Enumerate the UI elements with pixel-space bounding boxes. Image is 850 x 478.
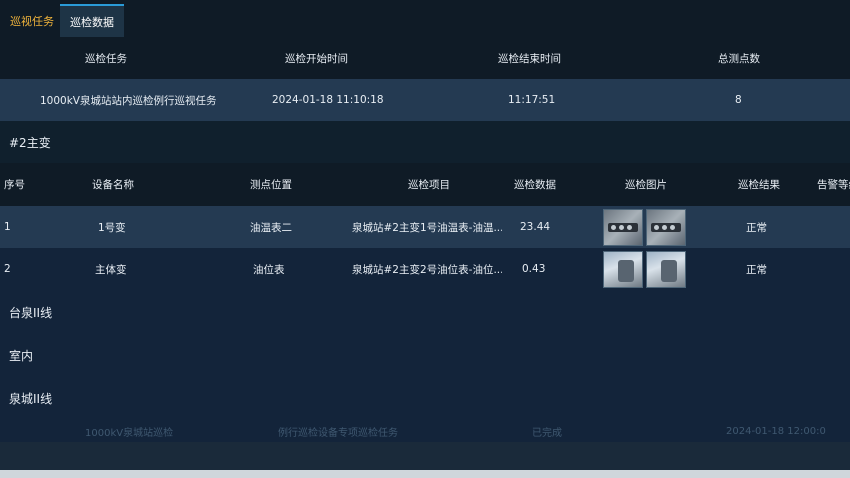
device-group-label: #2主变 xyxy=(9,135,51,150)
faded-cell: 2024-01-18 12:00:00 xyxy=(726,425,826,437)
device-group-label: 室内 xyxy=(9,349,34,363)
row-index: 2 xyxy=(4,263,11,275)
table-row[interactable]: 1 1号变 油温表二 泉城站#2主变1号油温表-油温... 23.44 正常 xyxy=(0,206,850,248)
task-end-time: 11:17:51 xyxy=(508,94,556,106)
bottom-border xyxy=(0,470,850,478)
row-image-group xyxy=(603,209,686,246)
row-item: 泉城站#2主变1号油温表-油温... xyxy=(352,221,502,234)
device-group-row[interactable]: #2主变 xyxy=(0,121,850,163)
task-start-time: 2024-01-18 11:10:18 xyxy=(272,94,384,106)
row-data: 0.43 xyxy=(522,263,546,275)
task-table-row[interactable]: 1000kV泉城站站内巡检例行巡视任务 2024-01-18 11:10:18 … xyxy=(0,79,850,121)
row-image-group xyxy=(603,251,686,288)
column-header-item: 巡检项目 xyxy=(408,179,450,191)
detail-table-header: 序号 设备名称 测点位置 巡检项目 巡检数据 巡检图片 巡检结果 告警等级 xyxy=(0,163,850,206)
column-header-end-time: 巡检结束时间 xyxy=(498,52,561,65)
row-data: 23.44 xyxy=(520,221,551,233)
faded-table-row: 1000kV泉城站巡检 例行巡检设备专项巡检任务 已完成 2024-01-18 … xyxy=(0,420,850,442)
column-header-index: 序号 xyxy=(4,179,25,191)
row-point-position: 油温表二 xyxy=(250,221,292,234)
faded-cell: 1000kV泉城站巡检 xyxy=(85,427,174,439)
task-name: 1000kV泉城站站内巡检例行巡视任务 xyxy=(40,94,217,107)
column-header-alarm-level: 告警等级 xyxy=(817,179,850,191)
tab-inspection-task[interactable]: 巡视任务 xyxy=(0,6,64,37)
row-device-name: 主体变 xyxy=(95,263,127,276)
row-result: 正常 xyxy=(746,263,767,276)
device-group-label: 泉城II线 xyxy=(9,392,53,406)
column-header-data: 巡检数据 xyxy=(514,179,556,191)
row-item: 泉城站#2主变2号油位表-油位... xyxy=(352,263,502,276)
row-point-position: 油位表 xyxy=(253,263,285,276)
row-device-name: 1号变 xyxy=(98,221,126,234)
device-group-row[interactable]: 室内 xyxy=(0,334,850,377)
faded-cell: 例行巡检设备专项巡检任务 xyxy=(278,427,398,439)
column-header-task: 巡检任务 xyxy=(85,52,127,65)
task-table-header: 巡检任务 巡检开始时间 巡检结束时间 总测点数 xyxy=(0,37,850,79)
column-header-image: 巡检图片 xyxy=(625,179,667,191)
column-header-start-time: 巡检开始时间 xyxy=(285,52,348,65)
column-header-point-position: 测点位置 xyxy=(250,179,292,191)
faded-cell: 已完成 xyxy=(532,427,562,439)
device-group-row[interactable]: 台泉II线 xyxy=(0,290,850,334)
inspection-image-thumbnail[interactable] xyxy=(603,209,643,246)
inspection-image-thumbnail[interactable] xyxy=(646,209,686,246)
column-header-point-count: 总测点数 xyxy=(718,52,760,65)
task-point-count: 8 xyxy=(735,94,742,106)
row-result: 正常 xyxy=(746,221,767,234)
tab-inspection-data[interactable]: 巡检数据 xyxy=(60,4,124,39)
device-group-label: 台泉II线 xyxy=(9,305,53,320)
column-header-device-name: 设备名称 xyxy=(92,179,134,191)
row-index: 1 xyxy=(4,221,11,233)
inspection-image-thumbnail[interactable] xyxy=(603,251,643,288)
inspection-image-thumbnail[interactable] xyxy=(646,251,686,288)
table-row[interactable]: 2 主体变 油位表 泉城站#2主变2号油位表-油位... 0.43 正常 xyxy=(0,248,850,290)
device-group-row[interactable]: 泉城II线 xyxy=(0,377,850,420)
column-header-result: 巡检结果 xyxy=(738,179,780,191)
tab-bar: 巡视任务 巡检数据 xyxy=(0,0,850,39)
